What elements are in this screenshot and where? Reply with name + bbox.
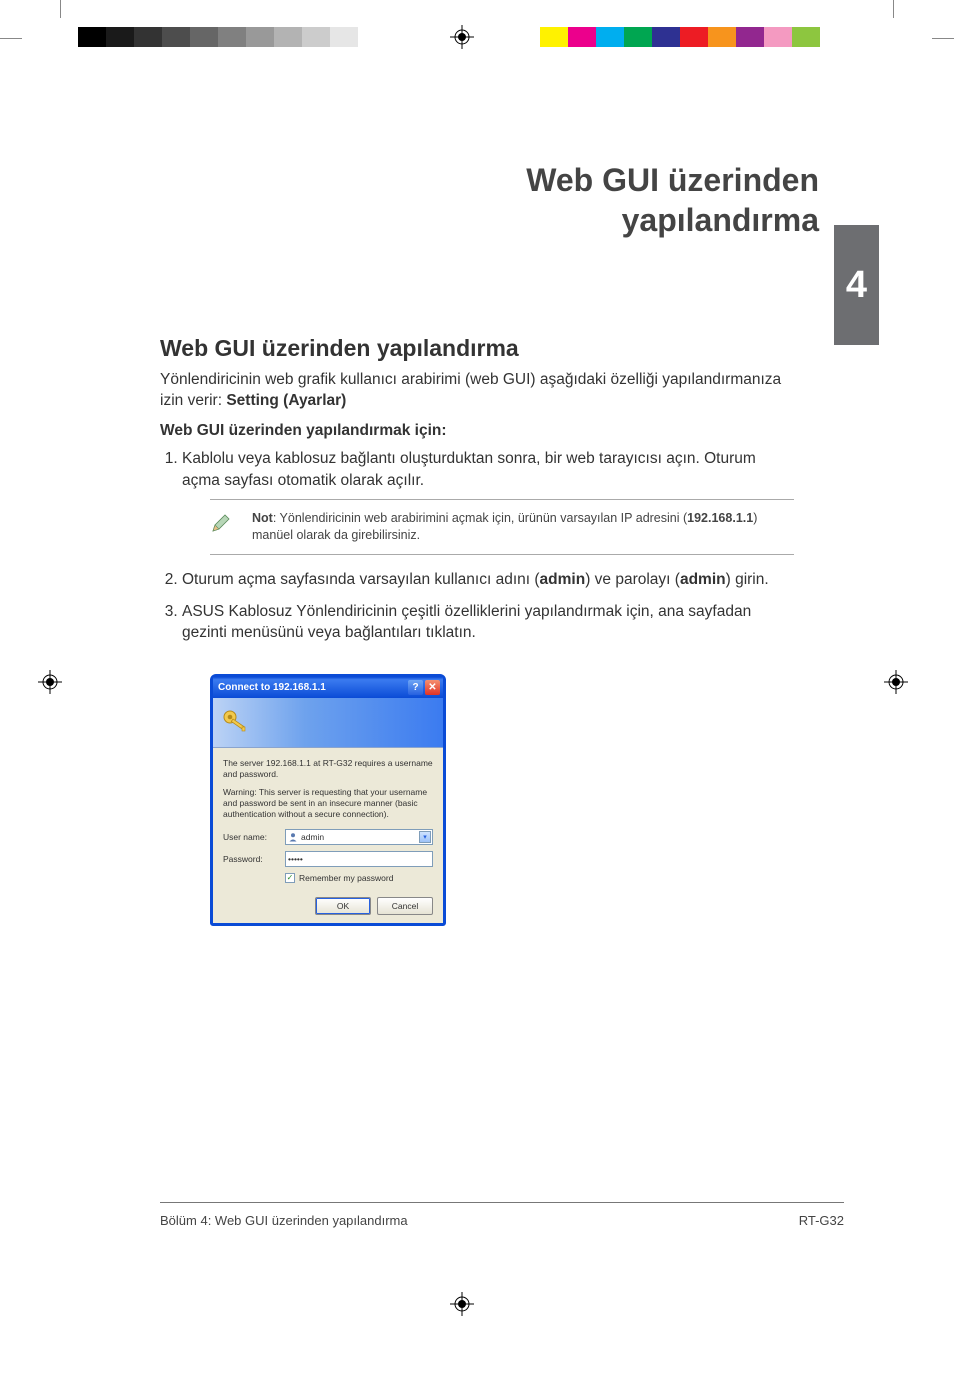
step-3: ASUS Kablosuz Yönlendiricinin çeşitli öz… (182, 601, 794, 644)
registration-mark-icon (450, 25, 474, 49)
step-2-p1: Oturum açma sayfasında varsayılan kullan… (182, 571, 540, 588)
password-label: Password: (223, 854, 285, 864)
note-ip: 192.168.1.1 (687, 511, 753, 525)
crop-mark (60, 0, 61, 18)
dialog-titlebar: Connect to 192.168.1.1 ? ✕ (213, 677, 443, 698)
step-2-p2: ) ve parolayı ( (585, 571, 680, 588)
registration-mark-icon (884, 670, 908, 694)
keys-icon (219, 706, 253, 745)
remember-checkbox[interactable]: ✓ (285, 873, 295, 883)
password-input[interactable]: ••••• (285, 851, 433, 867)
chapter-title-line1: Web GUI üzerinden (526, 162, 819, 198)
intro-bold: Setting (Ayarlar) (226, 392, 346, 409)
instructions-label: Web GUI üzerinden yapılandırmak için: (160, 422, 794, 440)
dialog-body: The server 192.168.1.1 at RT-G32 require… (213, 748, 443, 923)
note-text: Not: Yönlendiricinin web arabirimini açm… (252, 510, 794, 544)
dialog-banner (213, 698, 443, 748)
page-content: 4 Web GUI üzerinden yapılandırma Web GUI… (75, 70, 879, 1270)
step-2-b2: admin (680, 571, 726, 588)
crop-mark (932, 38, 954, 39)
page-footer: Bölüm 4: Web GUI üzerinden yapılandırma … (160, 1202, 844, 1228)
dialog-buttons: OK Cancel (223, 897, 433, 915)
step-1: Kablolu veya kablosuz bağlantı oluşturdu… (182, 448, 794, 555)
dialog-msg2: Warning: This server is requesting that … (223, 787, 433, 819)
chapter-title-line2: yapılandırma (622, 202, 819, 238)
note-pencil-icon (210, 512, 234, 541)
chapter-title: Web GUI üzerinden yapılandırma (75, 160, 819, 240)
note-box: Not: Yönlendiricinin web arabirimini açm… (210, 499, 794, 555)
user-icon (288, 832, 298, 842)
print-color-bar (0, 27, 954, 47)
chapter-number-tab: 4 (834, 225, 879, 345)
remember-label: Remember my password (299, 873, 393, 883)
intro-paragraph: Yönlendiricinin web grafik kullanıcı ara… (160, 370, 794, 412)
username-value: admin (301, 832, 324, 842)
step-2: Oturum açma sayfasında varsayılan kullan… (182, 569, 794, 591)
step-2-p3: ) girin. (726, 571, 769, 588)
registration-mark-icon (38, 670, 62, 694)
grayscale-swatches (78, 27, 358, 47)
section-heading: Web GUI üzerinden yapılandırma (160, 335, 794, 362)
color-swatches (540, 27, 820, 47)
footer-left: Bölüm 4: Web GUI üzerinden yapılandırma (160, 1213, 408, 1228)
step-1-text: Kablolu veya kablosuz bağlantı oluşturdu… (182, 450, 756, 489)
dropdown-arrow-icon[interactable]: ▾ (419, 831, 431, 843)
close-button[interactable]: ✕ (425, 680, 440, 695)
xp-dialog: Connect to 192.168.1.1 ? ✕ The server 19… (210, 674, 446, 926)
password-value: ••••• (288, 854, 303, 864)
username-label: User name: (223, 832, 285, 842)
footer-right: RT-G32 (799, 1213, 844, 1228)
crop-mark (893, 0, 894, 18)
crop-mark (0, 38, 22, 39)
note-label: Not (252, 511, 273, 525)
step-2-b1: admin (540, 571, 586, 588)
ok-button[interactable]: OK (315, 897, 371, 915)
dialog-title: Connect to 192.168.1.1 (216, 682, 406, 693)
help-button[interactable]: ? (408, 680, 423, 695)
note-part1: : Yönlendiricinin web arabirimini açmak … (273, 511, 687, 525)
login-dialog-screenshot: Connect to 192.168.1.1 ? ✕ The server 19… (210, 674, 794, 926)
username-input[interactable]: admin ▾ (285, 829, 433, 845)
username-row: User name: admin ▾ (223, 829, 433, 845)
steps-list: Kablolu veya kablosuz bağlantı oluşturdu… (160, 448, 794, 644)
remember-row: ✓ Remember my password (285, 873, 433, 883)
step-3-text: ASUS Kablosuz Yönlendiricinin çeşitli öz… (182, 603, 751, 642)
dialog-msg1: The server 192.168.1.1 at RT-G32 require… (223, 758, 433, 779)
cancel-button[interactable]: Cancel (377, 897, 433, 915)
registration-mark-icon (450, 1292, 474, 1316)
password-row: Password: ••••• (223, 851, 433, 867)
